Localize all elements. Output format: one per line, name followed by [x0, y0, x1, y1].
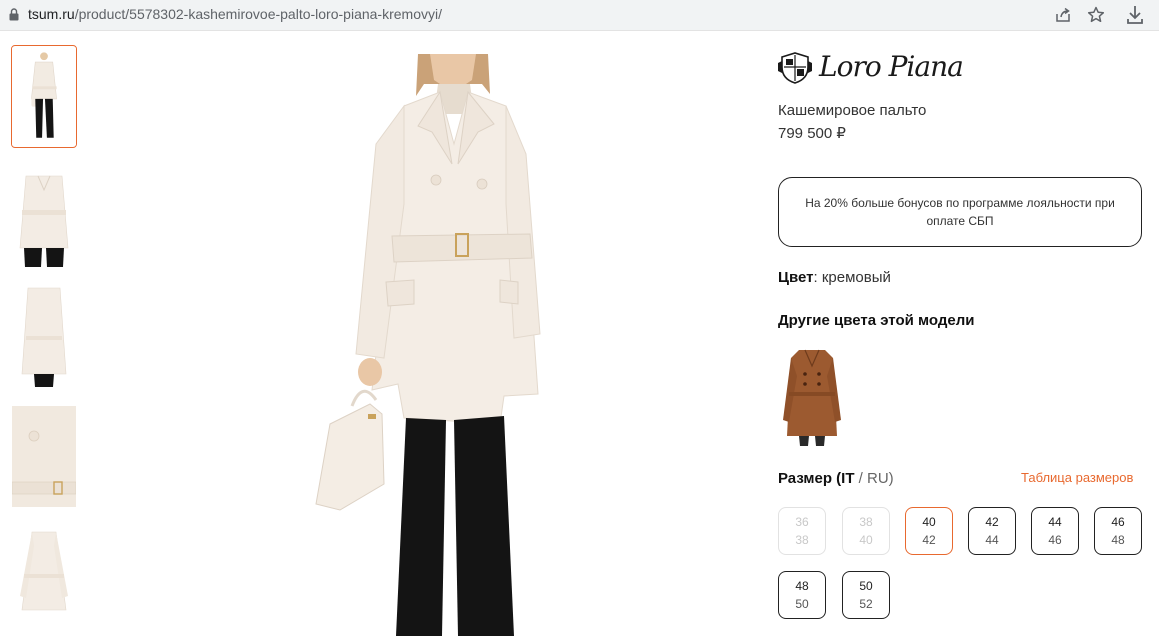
- url-domain: tsum.ru: [28, 6, 75, 22]
- brown-coat-swatch-image: [781, 344, 843, 450]
- size-option-40[interactable]: 40 42: [905, 507, 953, 555]
- size-it: 46: [1111, 515, 1125, 529]
- size-ru: 52: [859, 597, 873, 611]
- size-option-38[interactable]: 38 40: [842, 507, 890, 555]
- brand-crest-icon: [778, 52, 812, 84]
- model-coat-image: [300, 54, 600, 636]
- thumbnail-image: [12, 286, 76, 387]
- download-icon[interactable]: [1125, 4, 1145, 26]
- share-icon[interactable]: [1053, 5, 1073, 25]
- color-label: Цвет: [778, 269, 814, 286]
- thumbnail-image: [12, 166, 76, 267]
- star-icon[interactable]: [1086, 5, 1106, 25]
- size-it: 44: [1048, 515, 1062, 529]
- product-name: Кашемировое пальто: [778, 102, 927, 119]
- loyalty-bonus-banner[interactable]: На 20% больше бонусов по программе лояль…: [778, 177, 1142, 247]
- size-it: 36: [795, 515, 809, 529]
- size-it: 48: [795, 579, 809, 593]
- brand-name: Loro Piana: [819, 50, 964, 83]
- color-info: Цвет: кремовый: [778, 269, 891, 286]
- url-path: /product/5578302-kashemirovoe-palto-loro…: [74, 6, 442, 22]
- size-ru: 38: [795, 533, 809, 547]
- size-table-link[interactable]: Таблица размеров: [1021, 470, 1133, 485]
- thumbnail-back[interactable]: [12, 286, 76, 387]
- size-option-46[interactable]: 46 48: [1094, 507, 1142, 555]
- size-option-42[interactable]: 42 44: [968, 507, 1016, 555]
- size-it: 40: [922, 515, 936, 529]
- main-product-image[interactable]: [300, 54, 600, 636]
- size-title-ru: / RU): [854, 470, 894, 487]
- size-ru: 42: [922, 533, 936, 547]
- thumbnail-image: [12, 406, 76, 507]
- lock-icon[interactable]: [9, 8, 19, 21]
- browser-address-bar[interactable]: tsum.ru/product/5578302-kashemirovoe-pal…: [0, 0, 1159, 31]
- size-option-36[interactable]: 36 38: [778, 507, 826, 555]
- size-ru: 44: [985, 533, 999, 547]
- other-colors-title: Другие цвета этой модели: [778, 312, 975, 329]
- size-option-50[interactable]: 50 52: [842, 571, 890, 619]
- color-value: : кремовый: [813, 269, 891, 286]
- thumbnail-front-closeup[interactable]: [12, 166, 76, 267]
- size-it: 42: [985, 515, 999, 529]
- thumbnail-image: [12, 46, 76, 147]
- size-title-it: Размер (IT: [778, 470, 855, 487]
- size-option-44[interactable]: 44 46: [1031, 507, 1079, 555]
- url-text[interactable]: tsum.ru/product/5578302-kashemirovoe-pal…: [28, 6, 442, 22]
- size-ru: 46: [1048, 533, 1062, 547]
- thumbnail-flat[interactable]: [12, 526, 76, 627]
- size-it: 50: [859, 579, 873, 593]
- thumbnail-front-full[interactable]: [11, 45, 77, 148]
- size-ru: 48: [1111, 533, 1125, 547]
- size-option-48[interactable]: 48 50: [778, 571, 826, 619]
- thumbnail-image: [12, 526, 76, 627]
- size-it: 38: [859, 515, 873, 529]
- color-swatch-brown[interactable]: [781, 344, 843, 450]
- loyalty-bonus-text: На 20% больше бонусов по программе лояль…: [805, 196, 1115, 228]
- size-ru: 50: [795, 597, 809, 611]
- thumbnail-detail[interactable]: [12, 406, 76, 507]
- product-price: 799 500 ₽: [778, 125, 846, 142]
- size-title: Размер (IT / RU): [778, 470, 894, 487]
- size-ru: 40: [859, 533, 873, 547]
- brand-logo[interactable]: Loro Piana: [778, 50, 964, 86]
